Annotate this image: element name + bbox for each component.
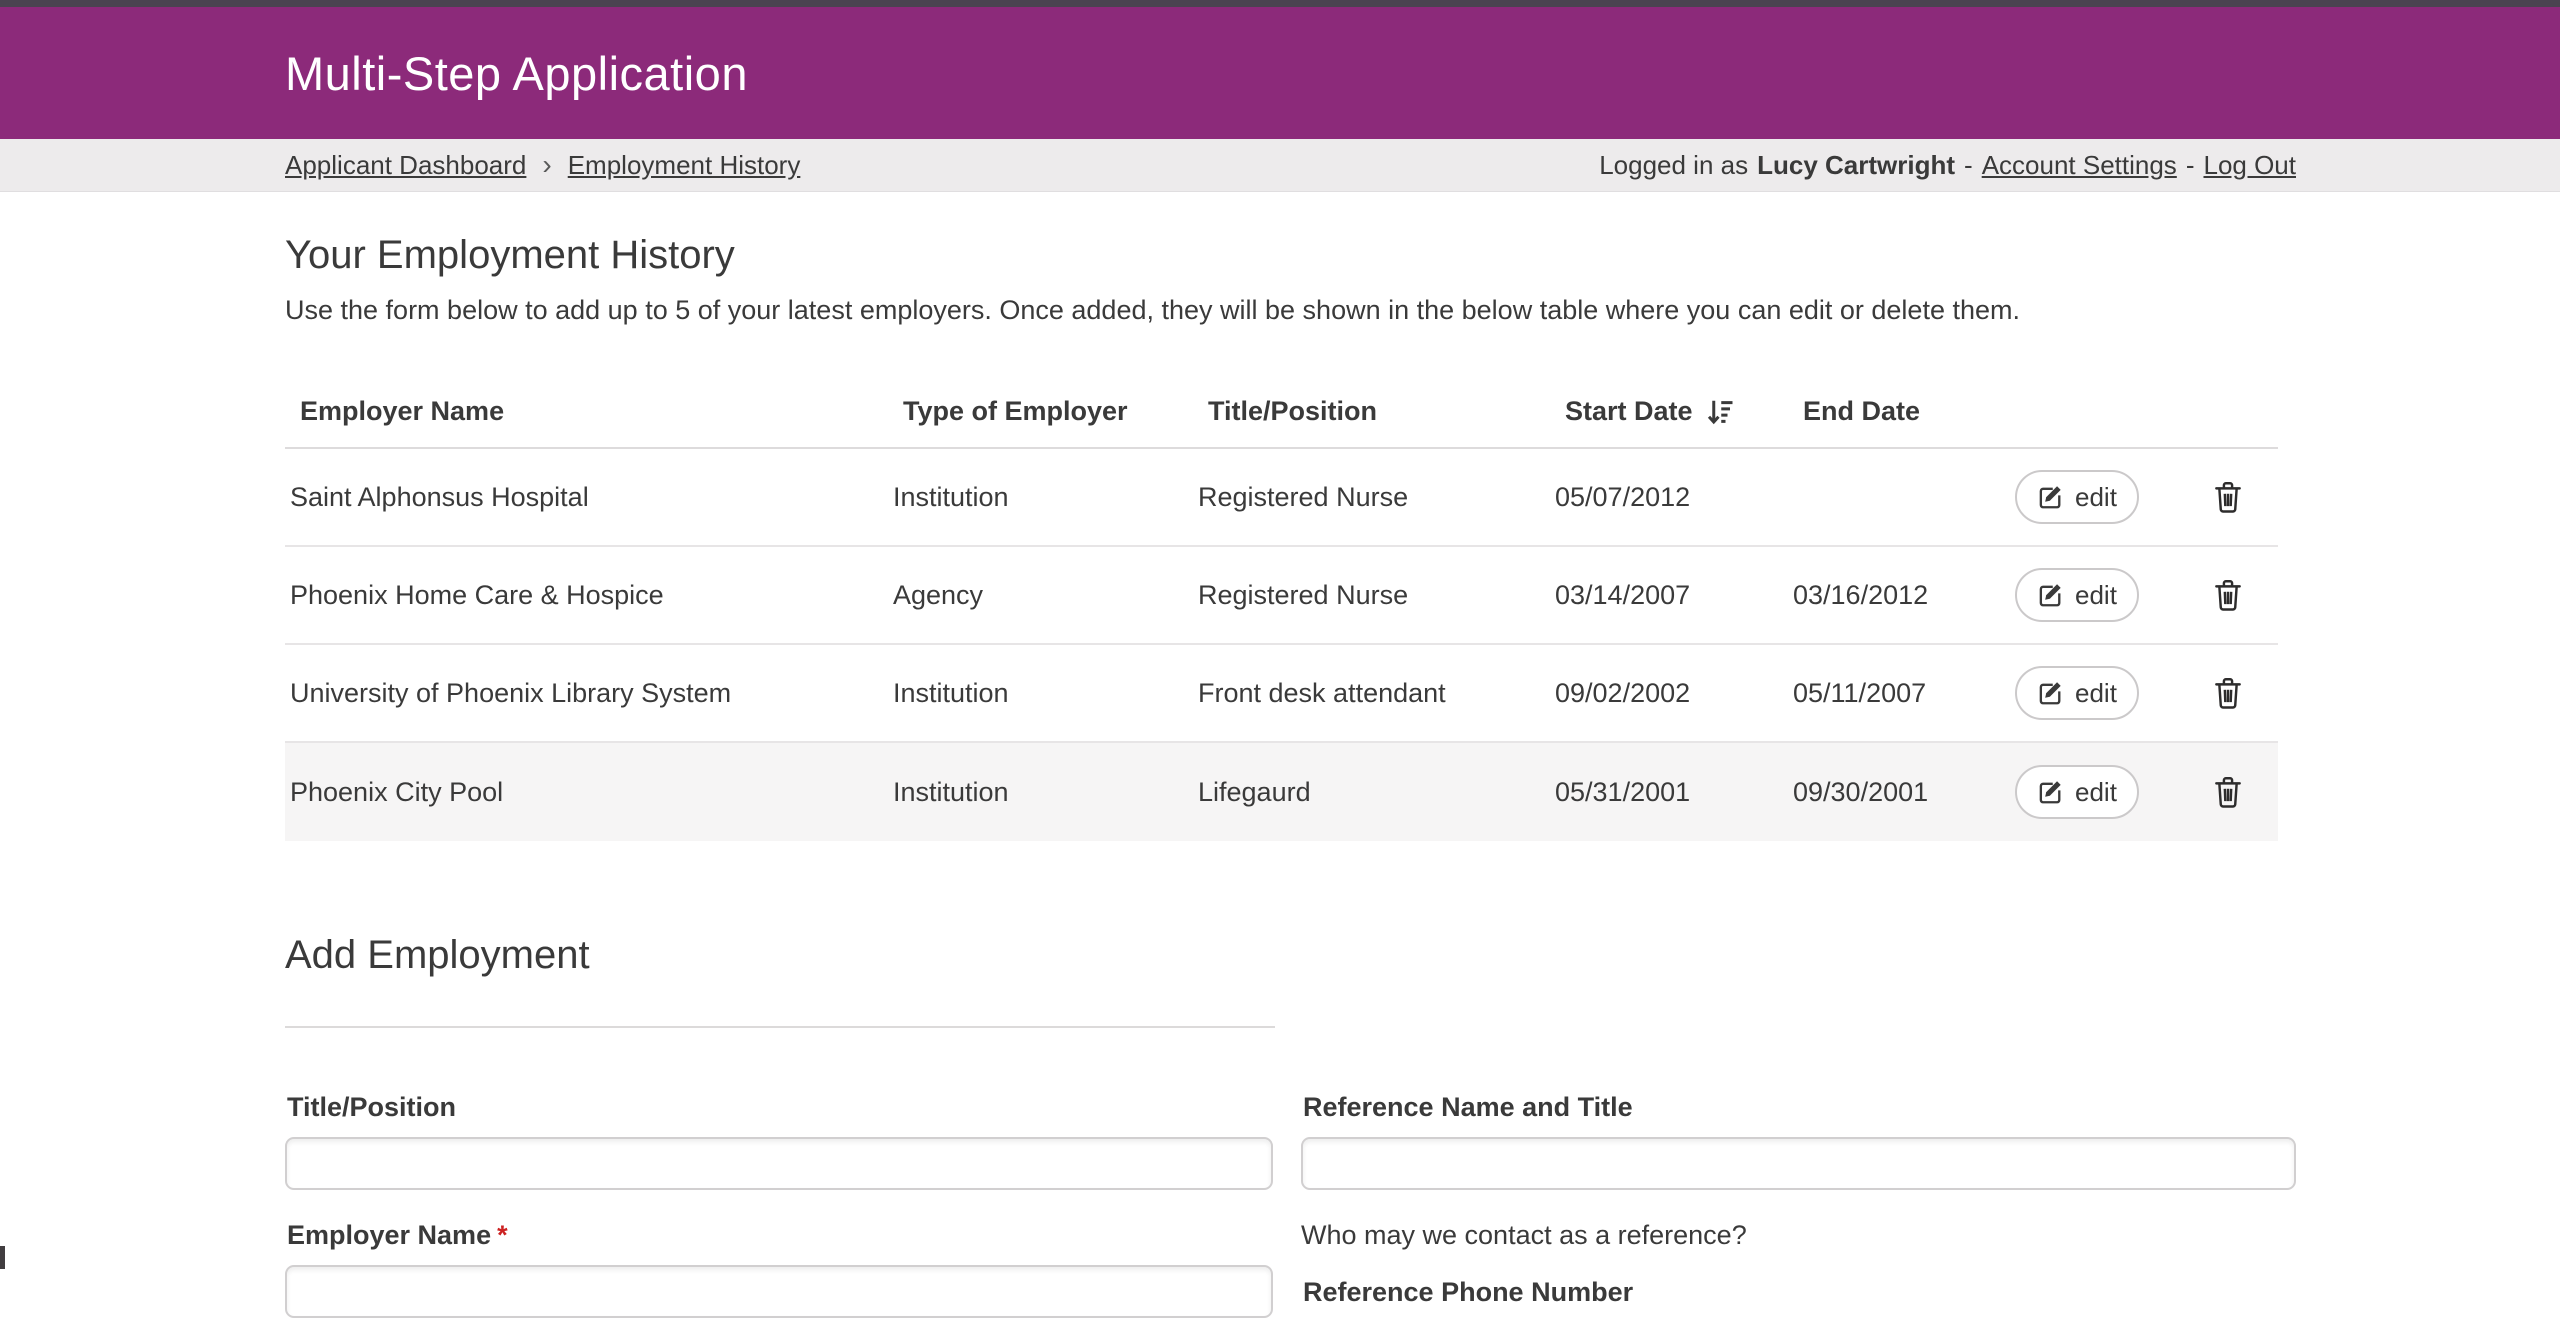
employment-table: Employer Name Type of Employer Title/Pos… (285, 396, 2278, 841)
app-header: Multi-Step Application (0, 7, 2560, 139)
cell-type-of-employer: Institution (888, 678, 1193, 709)
edit-pencil-square-icon (2037, 581, 2065, 609)
cell-end-date: 03/16/2012 (1788, 580, 2010, 611)
column-header-employer-name: Employer Name (285, 396, 888, 447)
trash-icon (2214, 677, 2242, 710)
cell-title-position: Front desk attendant (1193, 678, 1550, 709)
cell-type-of-employer: Agency (888, 580, 1193, 611)
cell-end-date: 05/11/2007 (1788, 678, 2010, 709)
edit-pencil-square-icon (2037, 483, 2065, 511)
employer-name-label: Employer Name* (287, 1220, 1273, 1251)
delete-button[interactable] (2208, 770, 2248, 815)
cell-start-date: 03/14/2007 (1550, 580, 1788, 611)
cell-start-date: 09/02/2002 (1550, 678, 1788, 709)
cell-start-date: 05/07/2012 (1550, 482, 1788, 513)
add-employment-title: Add Employment (285, 933, 2296, 978)
cell-employer-name: Phoenix City Pool (285, 777, 888, 808)
reference-help-text: Who may we contact as a reference? (1301, 1220, 2296, 1251)
cell-title-position: Registered Nurse (1193, 580, 1550, 611)
edit-button[interactable]: edit (2015, 765, 2139, 819)
main-content: Your Employment History Use the form bel… (0, 192, 2560, 1322)
column-header-type-of-employer: Type of Employer (888, 396, 1193, 447)
section-description: Use the form below to add up to 5 of you… (285, 294, 2296, 326)
user-name: Lucy Cartwright (1757, 150, 1955, 181)
trash-icon (2214, 776, 2242, 809)
delete-button[interactable] (2208, 671, 2248, 716)
breadcrumb: Applicant Dashboard › Employment History (285, 149, 800, 181)
table-row: Saint Alphonsus Hospital Institution Reg… (285, 449, 2278, 547)
edit-pencil-square-icon (2037, 778, 2065, 806)
required-asterisk: * (497, 1220, 508, 1250)
section-divider (285, 1026, 1275, 1028)
column-header-end-date: End Date (1788, 396, 2010, 447)
utility-bar: Applicant Dashboard › Employment History… (0, 139, 2560, 192)
table-row: University of Phoenix Library System Ins… (285, 645, 2278, 743)
cell-employer-name: University of Phoenix Library System (285, 678, 888, 709)
add-employment-form: Title/Position Employer Name* Reference … (285, 1092, 2296, 1322)
table-row: Phoenix Home Care & Hospice Agency Regis… (285, 547, 2278, 645)
column-header-delete (2182, 412, 2278, 432)
user-info: Logged in as Lucy Cartwright - Account S… (1599, 150, 2296, 181)
cell-employer-name: Phoenix Home Care & Hospice (285, 580, 888, 611)
breadcrumb-link-employment-history[interactable]: Employment History (568, 150, 801, 181)
form-right-column: Reference Name and Title Who may we cont… (1301, 1092, 2296, 1322)
sort-amount-down-icon (1705, 397, 1735, 427)
form-left-column: Title/Position Employer Name* (285, 1092, 1273, 1322)
column-header-actions (2010, 412, 2182, 432)
cell-employer-name: Saint Alphonsus Hospital (285, 482, 888, 513)
separator-dash: - (1964, 150, 1973, 181)
trash-icon (2214, 579, 2242, 612)
separator-dash: - (2186, 150, 2195, 181)
column-header-start-date[interactable]: Start Date (1550, 396, 1788, 447)
trash-icon (2214, 481, 2242, 514)
cell-title-position: Lifegaurd (1193, 777, 1550, 808)
corner-fragment (0, 1246, 5, 1269)
edit-button[interactable]: edit (2015, 666, 2139, 720)
title-position-label: Title/Position (287, 1092, 1273, 1123)
delete-button[interactable] (2208, 475, 2248, 520)
cell-type-of-employer: Institution (888, 482, 1193, 513)
cell-end-date: 09/30/2001 (1788, 777, 2010, 808)
table-row: Phoenix City Pool Institution Lifegaurd … (285, 743, 2278, 841)
table-header-row: Employer Name Type of Employer Title/Pos… (285, 396, 2278, 449)
title-position-input[interactable] (285, 1137, 1273, 1190)
edit-button[interactable]: edit (2015, 470, 2139, 524)
breadcrumb-link-applicant-dashboard[interactable]: Applicant Dashboard (285, 150, 526, 181)
reference-name-label: Reference Name and Title (1303, 1092, 2296, 1123)
reference-name-input[interactable] (1301, 1137, 2296, 1190)
cell-type-of-employer: Institution (888, 777, 1193, 808)
chevron-right-icon: › (542, 149, 551, 181)
employer-name-input[interactable] (285, 1265, 1273, 1318)
edit-button[interactable]: edit (2015, 568, 2139, 622)
account-settings-link[interactable]: Account Settings (1982, 150, 2177, 181)
app-title: Multi-Step Application (285, 46, 748, 101)
column-header-title-position: Title/Position (1193, 396, 1550, 447)
cell-start-date: 05/31/2001 (1550, 777, 1788, 808)
delete-button[interactable] (2208, 573, 2248, 618)
page-title: Your Employment History (285, 233, 2296, 278)
reference-phone-label: Reference Phone Number (1303, 1277, 2296, 1308)
top-strip (0, 0, 2560, 7)
logged-in-as-text: Logged in as (1599, 150, 1748, 181)
log-out-link[interactable]: Log Out (2203, 150, 2296, 181)
cell-title-position: Registered Nurse (1193, 482, 1550, 513)
edit-pencil-square-icon (2037, 679, 2065, 707)
